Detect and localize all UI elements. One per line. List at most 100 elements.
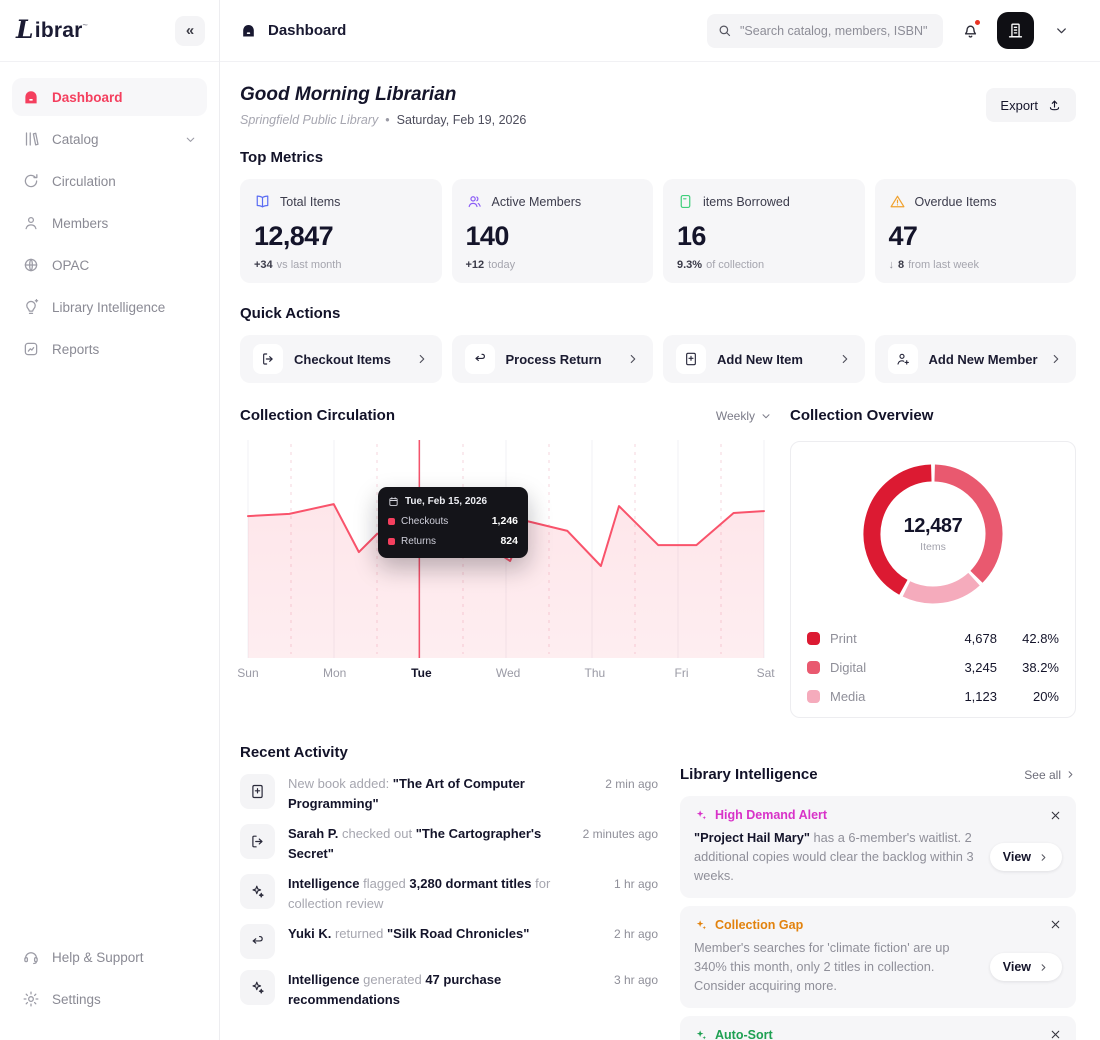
quick-action-label: Process Return bbox=[505, 351, 602, 367]
checkout-items-button[interactable]: Checkout Items bbox=[240, 335, 442, 383]
chevron-down-icon bbox=[184, 133, 197, 146]
add-new-member-button[interactable]: Add New Member bbox=[874, 335, 1076, 383]
main-area: Dashboard "Search catalog, members, ISBN… bbox=[220, 0, 1100, 1040]
sidebar-collapse-button[interactable]: « bbox=[175, 15, 205, 46]
headset-icon bbox=[22, 948, 40, 966]
search-box[interactable] bbox=[707, 13, 943, 48]
sidebar-item-help-support[interactable]: Help & Support bbox=[12, 938, 207, 976]
export-button[interactable]: Export bbox=[986, 88, 1076, 122]
intel-card-body: Member's searches for 'climate fiction' … bbox=[694, 939, 950, 993]
dashboard-icon bbox=[22, 88, 40, 106]
metric-label: Active Members bbox=[491, 194, 582, 209]
library-intelligence-heading: Library Intelligence bbox=[680, 766, 818, 783]
activity-item[interactable]: Intelligence flagged 3,280 dormant title… bbox=[240, 874, 658, 913]
metric-card-items-borrowed: items Borrowed 16 9.3% of collection bbox=[663, 179, 865, 283]
range-select[interactable]: Weekly bbox=[716, 409, 772, 423]
report-chart-icon bbox=[22, 340, 40, 358]
sidebar-footer: Help & Support Settings bbox=[0, 938, 219, 1040]
legend-row-media: Media 1,123 20% bbox=[804, 682, 1062, 711]
see-all-link[interactable]: See all bbox=[1024, 768, 1076, 782]
legend-percent: 38.2% bbox=[1022, 660, 1059, 675]
activity-time: 2 hr ago bbox=[613, 927, 658, 941]
sidebar-item-label: Circulation bbox=[52, 173, 116, 189]
down-arrow-icon: ↓ bbox=[888, 259, 895, 271]
activity-item[interactable]: Yuki K. returned "Silk Road Chronicles" … bbox=[240, 924, 658, 959]
x-tick: Sat bbox=[756, 666, 775, 680]
rotate-icon bbox=[22, 172, 40, 190]
tooltip-series-value: 1,246 bbox=[491, 515, 518, 527]
sparkles-icon bbox=[240, 874, 275, 909]
sparkles-icon bbox=[694, 1028, 708, 1040]
sidebar-item-label: Reports bbox=[52, 341, 100, 357]
sidebar-item-dashboard[interactable]: Dashboard bbox=[12, 78, 207, 116]
activity-text: Intelligence flagged 3,280 dormant title… bbox=[288, 876, 551, 911]
recent-activity-panel: Recent Activity New book added: "The Art… bbox=[240, 744, 658, 1040]
add-new-item-button[interactable]: Add New Item bbox=[663, 335, 865, 383]
sidebar-item-catalog[interactable]: Catalog bbox=[12, 120, 207, 158]
greeting-title: Good Morning Librarian bbox=[240, 84, 457, 105]
metric-card-total-items: Total Items 12,847 +34 vs last month bbox=[240, 179, 442, 283]
notifications-button[interactable] bbox=[955, 16, 985, 46]
chevron-right-icon bbox=[626, 352, 640, 366]
metric-caption: today bbox=[488, 259, 516, 271]
sidebar-item-library-intelligence[interactable]: Library Intelligence bbox=[12, 288, 207, 326]
donut-center-label: 12,487 Items bbox=[857, 458, 1009, 610]
overview-title: Collection Overview bbox=[790, 407, 934, 424]
view-button[interactable]: View bbox=[989, 953, 1062, 982]
activity-time: 2 minutes ago bbox=[582, 827, 658, 841]
legend-row-print: Print 4,678 42.8% bbox=[804, 624, 1062, 653]
donut-chart[interactable]: 12,487 Items bbox=[857, 458, 1009, 610]
sparkles-icon bbox=[694, 808, 708, 822]
checkout-icon bbox=[253, 344, 283, 374]
close-icon bbox=[1049, 1028, 1062, 1040]
view-button[interactable]: View bbox=[989, 843, 1062, 872]
activity-item[interactable]: New book added: "The Art of Computer Pro… bbox=[240, 774, 658, 813]
view-button-label: View bbox=[1002, 960, 1031, 975]
dot-separator: • bbox=[385, 113, 390, 127]
account-avatar[interactable] bbox=[997, 12, 1034, 49]
checkouts-series-swatch bbox=[388, 517, 395, 525]
legend-value: 4,678 bbox=[964, 631, 997, 646]
x-tick: Wed bbox=[495, 666, 521, 680]
dismiss-button[interactable] bbox=[1049, 918, 1062, 931]
x-tick: Thu bbox=[584, 666, 606, 680]
globe-icon bbox=[22, 256, 40, 274]
intel-card-auto-sort: Auto-Sort 47 returned items have been ca… bbox=[680, 1015, 1076, 1040]
chevron-right-icon bbox=[415, 352, 429, 366]
library-name: Springfield Public Library bbox=[240, 113, 379, 127]
logo-text: ibrar bbox=[34, 18, 83, 42]
activity-time: 3 hr ago bbox=[613, 973, 658, 987]
sidebar-header: Librar ~ « bbox=[0, 0, 219, 62]
chevron-down-icon bbox=[760, 410, 772, 422]
sidebar-item-reports[interactable]: Reports bbox=[12, 330, 207, 368]
activity-text: Sarah P. checked out "The Cartographer's… bbox=[288, 826, 542, 861]
metric-card-active-members: Active Members 140 +12 today bbox=[451, 179, 653, 283]
sidebar-item-members[interactable]: Members bbox=[12, 204, 207, 242]
close-icon bbox=[1049, 809, 1062, 822]
sidebar-item-circulation[interactable]: Circulation bbox=[12, 162, 207, 200]
donut-total-caption: Items bbox=[920, 541, 946, 553]
dismiss-button[interactable] bbox=[1049, 1028, 1062, 1040]
account-menu-button[interactable] bbox=[1046, 16, 1076, 46]
dismiss-button[interactable] bbox=[1049, 809, 1062, 822]
circulation-chart-area[interactable]: Tue, Feb 15, 2026 Checkouts 1,246 Return… bbox=[240, 440, 772, 658]
activity-text: Intelligence generated 47 purchase recom… bbox=[288, 972, 502, 1007]
top-metrics-heading: Top Metrics bbox=[240, 149, 324, 166]
sidebar-item-opac[interactable]: OPAC bbox=[12, 246, 207, 284]
metric-delta: +34 bbox=[254, 259, 273, 271]
x-axis-labels: Sun Mon Tue Wed Thu Fri Sat bbox=[237, 666, 775, 686]
books-icon bbox=[22, 130, 40, 148]
legend-percent: 42.8% bbox=[1022, 631, 1059, 646]
activity-item[interactable]: Intelligence generated 47 purchase recom… bbox=[240, 970, 658, 1009]
sidebar-item-label: Members bbox=[52, 215, 109, 231]
book-plus-icon bbox=[676, 344, 706, 374]
legend-label: Print bbox=[830, 631, 857, 646]
search-input[interactable] bbox=[740, 23, 933, 38]
process-return-button[interactable]: Process Return bbox=[451, 335, 653, 383]
charts-row: Collection Circulation Weekly Tue, Feb 1… bbox=[237, 407, 1076, 718]
sidebar-item-settings[interactable]: Settings bbox=[12, 980, 207, 1018]
activity-time: 2 min ago bbox=[605, 777, 658, 791]
metric-value: 47 bbox=[888, 221, 918, 251]
activity-item[interactable]: Sarah P. checked out "The Cartographer's… bbox=[240, 824, 658, 863]
library-building-icon bbox=[1006, 21, 1025, 40]
